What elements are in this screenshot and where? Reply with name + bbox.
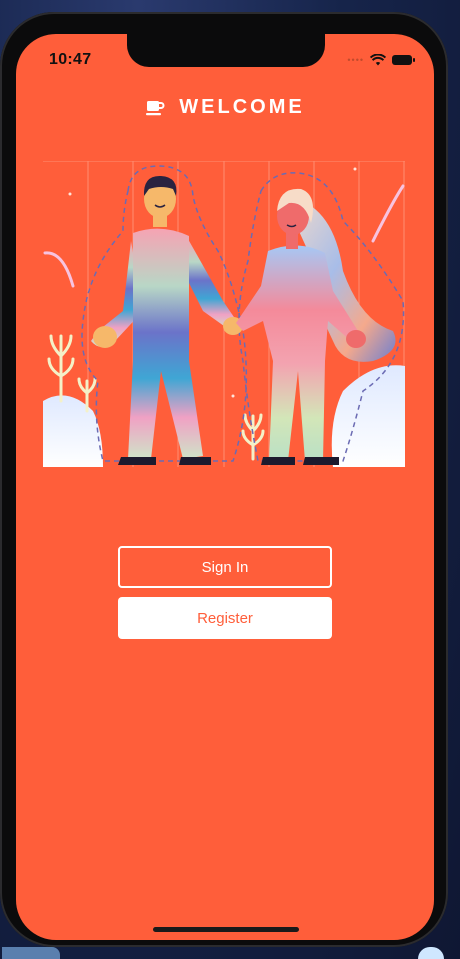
couple-holding-hands-illustration [43,161,405,467]
sign-in-button[interactable]: Sign In [118,546,332,588]
app-header: WELCOME [16,96,434,119]
home-indicator[interactable] [153,927,299,932]
battery-icon [392,55,415,65]
status-icons: •••• [347,54,415,66]
wifi-icon [370,54,386,66]
page-title: WELCOME [179,96,305,118]
signal-dots-icon: •••• [347,55,364,65]
notch [127,34,325,67]
phone-frame: 10:47 •••• WELCOME Sign In Register [0,12,448,947]
app-screen: 10:47 •••• WELCOME Sign In Register [16,34,434,940]
dock-app-icon-left[interactable] [2,947,60,959]
coffee-cup-icon [146,100,165,115]
status-time: 10:47 [49,51,92,68]
register-button[interactable]: Register [118,597,332,639]
